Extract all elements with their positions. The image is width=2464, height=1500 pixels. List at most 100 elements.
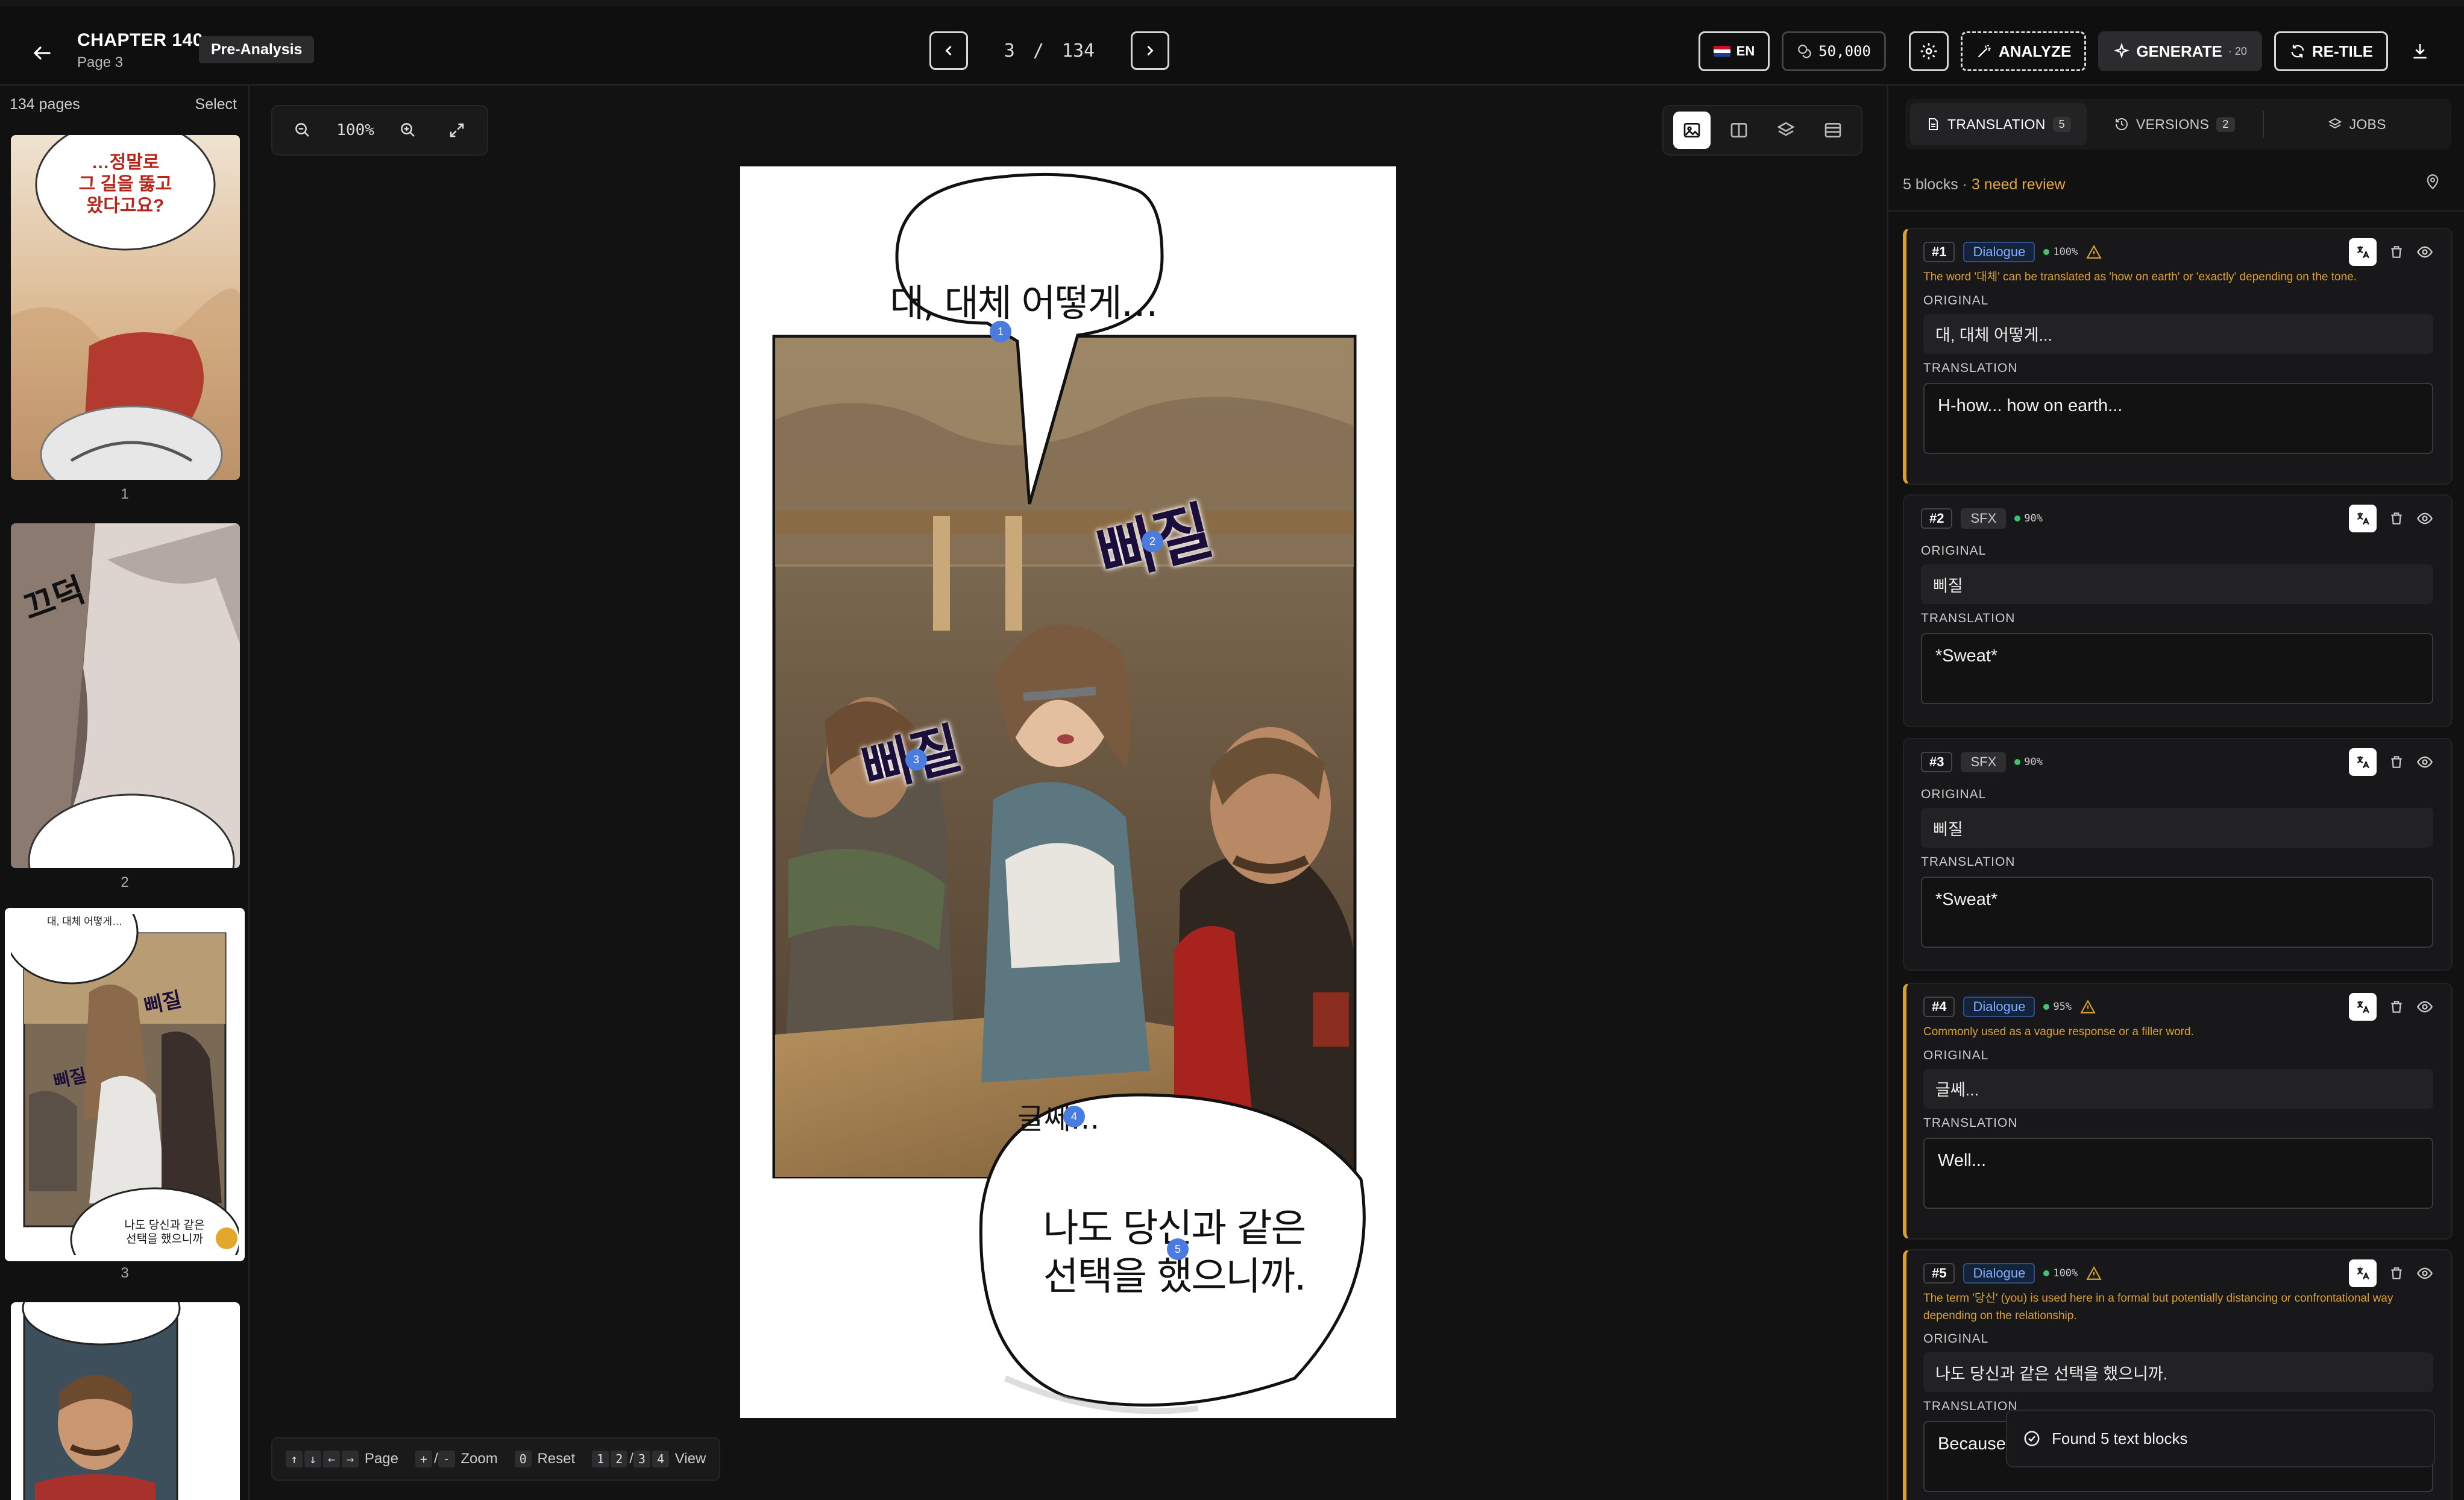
thumbnail-image [11, 1302, 240, 1500]
retile-button[interactable]: RE-TILE [2274, 31, 2388, 71]
trash-icon[interactable] [2389, 244, 2404, 260]
block-type-badge[interactable]: Dialogue [1963, 1263, 2035, 1284]
shortcut-reset: 0 Reset [514, 1451, 576, 1467]
retranslate-button[interactable] [2349, 1259, 2377, 1287]
toast-notification[interactable]: Found 5 text blocks [2006, 1410, 2435, 1467]
zoom-toolbar: 100% [271, 105, 488, 156]
select-button[interactable]: Select [195, 96, 237, 113]
download-button[interactable] [2400, 31, 2440, 71]
prev-page-button[interactable] [929, 31, 968, 70]
block-type-badge[interactable]: SFX [1961, 752, 2007, 772]
status-dot [2043, 249, 2050, 255]
retranslate-button[interactable] [2349, 748, 2377, 776]
trash-icon[interactable] [2389, 754, 2404, 770]
original-text: 글쎄... [1923, 1068, 2433, 1109]
thumbnail-image [5, 908, 241, 1261]
credits-display[interactable]: 50,000 [1782, 31, 1886, 71]
eye-icon[interactable] [2416, 754, 2433, 770]
tab-divider [2262, 111, 2264, 137]
sparkle-icon [2114, 43, 2130, 58]
credits-value: 50,000 [1818, 43, 1871, 60]
page-thumbnail-3[interactable]: 대, 대체 어떻게… 삐질 삐질 나도 당신과 같은 선택을 했으니까 [5, 908, 245, 1261]
zoom-out-button[interactable] [288, 115, 318, 145]
tab-translation[interactable]: TRANSLATION 5 [1910, 103, 2087, 145]
analyze-button[interactable]: ANALYZE [1960, 31, 2087, 71]
original-label: ORIGINAL [1921, 787, 1987, 801]
settings-button[interactable] [1908, 31, 1949, 71]
block-type-badge[interactable]: Dialogue [1963, 997, 2035, 1017]
eye-icon[interactable] [2416, 998, 2433, 1015]
tab-count: 5 [2052, 116, 2071, 132]
page-thumbnail-2[interactable]: 끄덕 [11, 523, 240, 868]
text-block-3[interactable]: #3 SFX 90% ORIGINAL 삐질 TRANSLATION *Swea… [1903, 738, 2453, 971]
block-type-badge[interactable]: SFX [1961, 508, 2007, 529]
view-split-button[interactable] [1720, 112, 1758, 149]
tab-label: VERSIONS [2136, 116, 2210, 132]
trash-icon[interactable] [2389, 999, 2404, 1015]
trash-icon[interactable] [2389, 1265, 2404, 1281]
bubble-top-text: 대, 대체 어떻게… [890, 281, 1158, 325]
blocks-summary: 5 blocks · 3 need review [1903, 176, 2066, 194]
status-dot [2043, 1270, 2050, 1276]
page-thumbnail-4[interactable] [11, 1302, 240, 1500]
translation-input[interactable]: Well... [1923, 1137, 2433, 1209]
retranslate-button[interactable] [2349, 993, 2377, 1021]
block-marker-2[interactable]: 2 [1142, 531, 1163, 552]
toast-text: Found 5 text blocks [2052, 1429, 2188, 1448]
page-thumbnail-1[interactable]: …정말로 그 길을 뚫고 왔다고요? [11, 135, 240, 480]
panel-divider [1888, 210, 2464, 212]
translation-panel: TRANSLATION 5 VERSIONS 2 JOBS 5 blocks ·… [1887, 86, 2464, 1500]
block-marker-5[interactable]: 5 [1167, 1238, 1189, 1260]
columns-icon [1730, 123, 1747, 137]
translate-icon [2357, 756, 2369, 769]
next-page-button[interactable] [1131, 31, 1169, 70]
download-icon [2413, 44, 2427, 58]
thumbnail-image: 끄덕 [11, 523, 240, 868]
map-pin-icon [2427, 174, 2439, 190]
fit-screen-button[interactable] [442, 115, 472, 145]
block-actions [2349, 993, 2433, 1021]
translate-icon [2357, 1267, 2369, 1280]
back-button[interactable] [25, 36, 59, 70]
translation-input[interactable]: *Sweat* [1921, 877, 2433, 948]
text-block-2[interactable]: #2 SFX 90% ORIGINAL 삐질 TRANSLATION *Swea… [1903, 494, 2453, 727]
block-marker-3[interactable]: 3 [905, 749, 927, 770]
image-icon [1683, 123, 1700, 137]
view-image-button[interactable] [1673, 112, 1711, 149]
block-type-badge[interactable]: Dialogue [1963, 242, 2035, 262]
tab-jobs[interactable]: JOBS [2312, 103, 2402, 145]
shortcut-zoom-label: Zoom [460, 1451, 498, 1467]
block-marker-1[interactable]: 1 [990, 321, 1011, 342]
block-marker-4[interactable]: 4 [1063, 1106, 1085, 1127]
retranslate-button[interactable] [2349, 505, 2377, 532]
eye-icon[interactable] [2416, 1265, 2433, 1282]
eye-icon[interactable] [2416, 510, 2433, 527]
blocks-count: 5 blocks [1903, 176, 1958, 193]
text-block-1[interactable]: #1 Dialogue 100% The word '대체' can be tr… [1903, 228, 2453, 485]
locate-button[interactable] [2424, 174, 2441, 194]
shortcut-page-label: Page [364, 1451, 398, 1467]
confidence-value: 90% [2024, 512, 2043, 525]
tab-versions[interactable]: VERSIONS 2 [2099, 103, 2251, 145]
eye-icon[interactable] [2416, 244, 2433, 260]
translation-input[interactable]: *Sweat* [1921, 633, 2433, 704]
view-list-button[interactable] [1814, 112, 1852, 149]
text-block-4[interactable]: #4 Dialogue 95% Commonly used as a vague… [1903, 983, 2453, 1240]
translation-input[interactable]: H-how... how on earth... [1923, 382, 2433, 454]
shortcut-reset-label: Reset [537, 1451, 576, 1467]
language-selector[interactable]: EN [1698, 31, 1770, 71]
check-circle-icon [2024, 1431, 2040, 1446]
trash-icon[interactable] [2389, 511, 2404, 526]
shortcut-view-key-1: 1 [592, 1451, 609, 1467]
manga-page[interactable]: 대, 대체 어떻게… 삐질 삐질 글쎄… 나도 당신과 같은 선택을 했으니까.… [740, 166, 1396, 1418]
sidebar-header: 134 pages Select [0, 86, 248, 123]
view-layers-button[interactable] [1767, 112, 1805, 149]
block-actions [2349, 748, 2433, 776]
flag-icon [1713, 46, 1730, 57]
retranslate-button[interactable] [2349, 238, 2377, 266]
magic-wand-icon [1978, 44, 1991, 58]
arrow-left-icon: ← [323, 1451, 341, 1467]
generate-button[interactable]: GENERATE · 20 [2098, 31, 2262, 71]
zoom-in-button[interactable] [393, 115, 423, 145]
block-number: #3 [1921, 752, 1953, 772]
